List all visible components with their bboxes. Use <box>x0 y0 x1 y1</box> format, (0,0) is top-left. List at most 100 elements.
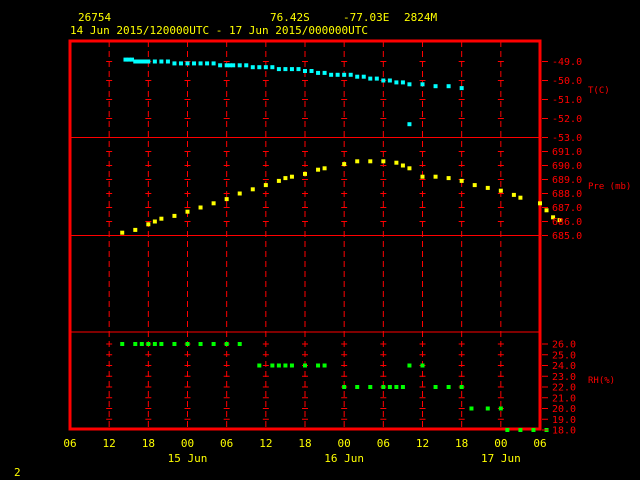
data-point <box>368 385 373 389</box>
data-point <box>400 163 405 168</box>
data-point <box>446 176 451 181</box>
data-point <box>505 428 510 432</box>
y-tick-label: -51.0 <box>552 95 582 106</box>
data-point <box>276 67 281 72</box>
data-point <box>146 59 151 64</box>
data-point <box>192 61 197 66</box>
data-point <box>146 342 151 346</box>
pressure-label: Pre (mb) <box>588 182 631 192</box>
y-tick-label: 685.0 <box>552 231 582 242</box>
x-tick-label: 06 <box>533 437 546 450</box>
data-point <box>381 385 386 389</box>
data-point <box>322 166 327 171</box>
data-point <box>263 183 268 188</box>
data-point <box>139 342 144 346</box>
data-point <box>244 63 249 68</box>
data-point <box>185 342 190 346</box>
data-point <box>498 406 503 411</box>
data-point <box>152 342 157 346</box>
data-point <box>420 363 425 368</box>
data-point <box>257 363 262 368</box>
y-tick-label: 23.0 <box>552 372 576 383</box>
data-point <box>498 188 503 193</box>
data-point <box>159 216 164 221</box>
data-point <box>283 67 288 72</box>
data-point <box>355 159 360 164</box>
x-tick-label: 18 <box>298 437 311 450</box>
data-point <box>224 342 229 346</box>
data-point <box>289 174 294 179</box>
data-point <box>257 65 262 70</box>
y-tick-label: -52.0 <box>552 114 582 125</box>
y-tick-label: -53.0 <box>552 133 582 144</box>
x-tick-label: 00 <box>494 437 507 450</box>
y-tick-label: 689.0 <box>552 175 582 186</box>
x-tick-label: 18 <box>142 437 155 450</box>
data-point <box>459 86 464 91</box>
data-point <box>198 205 203 210</box>
data-point <box>459 178 464 183</box>
data-point <box>342 72 347 77</box>
x-tick-label: 06 <box>377 437 390 450</box>
data-point <box>342 162 347 167</box>
data-point <box>211 61 216 66</box>
data-point <box>231 63 236 68</box>
data-point <box>283 176 288 181</box>
data-point <box>342 385 347 389</box>
data-point <box>348 72 353 77</box>
data-point <box>237 342 242 346</box>
data-point <box>198 61 203 66</box>
latitude: 76.42S <box>270 11 310 24</box>
data-point <box>283 363 288 368</box>
data-point <box>387 78 392 83</box>
grid-layer <box>70 41 540 431</box>
data-point <box>518 428 523 432</box>
data-point <box>485 185 490 190</box>
x-tick-label: 12 <box>103 437 116 450</box>
y-tick-label: 25.0 <box>552 350 576 361</box>
data-point <box>368 76 373 81</box>
data-point <box>446 385 451 389</box>
data-point <box>289 67 294 72</box>
y-tick-label: 690.0 <box>552 161 582 172</box>
data-point <box>511 192 516 197</box>
data-point <box>172 342 177 346</box>
data-point <box>420 174 425 179</box>
data-point <box>335 72 340 77</box>
data-point <box>433 385 438 389</box>
data-point <box>205 61 210 66</box>
data-point <box>387 385 392 389</box>
data-point <box>316 363 321 368</box>
data-point <box>400 385 405 389</box>
data-point <box>374 76 379 81</box>
y-tick-label: 687.0 <box>552 203 582 214</box>
data-point <box>433 84 438 89</box>
data-point <box>361 74 366 79</box>
data-point <box>446 84 451 89</box>
data-point <box>485 406 490 411</box>
longitude: -77.03E <box>343 11 389 24</box>
data-point <box>237 63 242 68</box>
station-id: 26754 <box>78 11 111 24</box>
y-tick-label: 20.0 <box>552 404 576 415</box>
data-point <box>518 195 523 200</box>
data-point <box>531 428 536 432</box>
data-point <box>316 167 321 172</box>
meteogram-svg: -49.0 -50.0 -51.0 -52.0 -53.0 691.0 690.0 689.0… <box>14 11 631 479</box>
data-point <box>433 174 438 179</box>
x-tick-label: 00 <box>181 437 194 450</box>
data-point <box>303 363 307 368</box>
data-point <box>159 342 164 346</box>
data-point <box>381 159 386 164</box>
data-point <box>152 219 157 224</box>
data-point <box>152 59 157 64</box>
data-point <box>381 78 386 83</box>
data-point <box>185 61 190 66</box>
data-point <box>224 197 229 202</box>
data-point <box>276 363 281 368</box>
data-point <box>178 61 183 66</box>
data-point <box>211 342 216 346</box>
data-point <box>270 363 275 368</box>
data-point <box>270 65 275 70</box>
data-point <box>250 65 255 70</box>
